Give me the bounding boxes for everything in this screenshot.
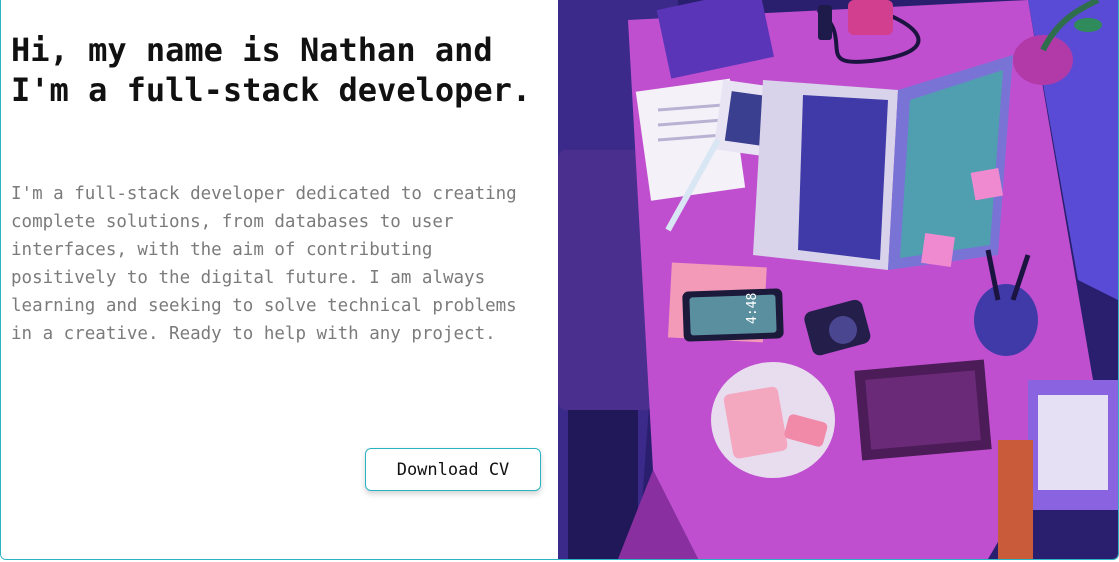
snack-bag-label bbox=[865, 370, 981, 450]
smartphone-screen bbox=[689, 294, 777, 336]
plant-pot bbox=[1013, 35, 1073, 85]
plant-leaf bbox=[1074, 18, 1102, 32]
desk-illustration: 4:48 bbox=[558, 0, 1118, 559]
sticky-note bbox=[921, 233, 955, 267]
hero-card: Hi, my name is Nathan and I'm a full-sta… bbox=[0, 0, 1119, 560]
book-cover bbox=[1038, 395, 1108, 490]
sticky-note bbox=[970, 167, 1004, 201]
page-title: Hi, my name is Nathan and I'm a full-sta… bbox=[11, 31, 532, 109]
phone-top bbox=[848, 0, 893, 35]
usb-drive bbox=[818, 5, 832, 40]
laptop-keyboard bbox=[798, 95, 888, 260]
bio-paragraph: I'm a full-stack developer dedicated to … bbox=[11, 184, 517, 344]
intro-panel: Hi, my name is Nathan and I'm a full-sta… bbox=[1, 0, 557, 559]
book-spine bbox=[998, 440, 1033, 559]
phone-clock: 4:48 bbox=[745, 293, 760, 324]
camera-lens bbox=[829, 316, 857, 344]
desk-illustration-svg: 4:48 bbox=[558, 0, 1118, 559]
pastry bbox=[723, 386, 788, 459]
pen-cup bbox=[974, 284, 1038, 356]
download-cv-button[interactable]: Download CV bbox=[365, 448, 541, 491]
